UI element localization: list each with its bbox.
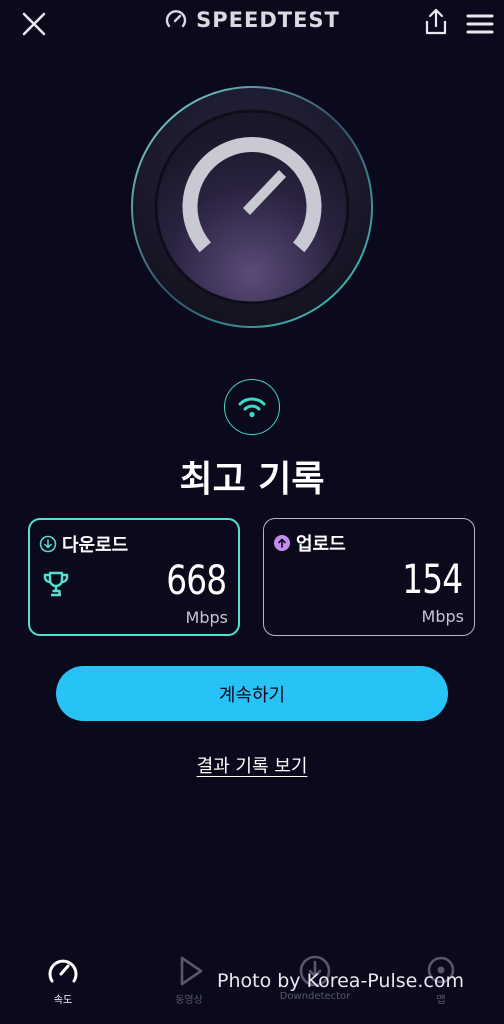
- nav-label-speed: 속도: [53, 995, 73, 1006]
- download-label: 다운로드: [62, 535, 129, 556]
- best-record-title: 최고 기록: [179, 459, 325, 500]
- continue-button-label: 계속하기: [218, 684, 286, 706]
- top-bar: SPEEDTEST: [0, 0, 504, 46]
- share-icon: [425, 8, 447, 35]
- hamburger-menu-icon: [466, 14, 494, 34]
- speedtest-app: SPEEDTEST 최고 기록 다운로드 668 Mbps 업로드 154 Mb…: [0, 0, 504, 1024]
- photo-credit-watermark: Photo by Korea-Pulse.com: [217, 970, 464, 992]
- nav-label-map: 맵: [436, 995, 446, 1006]
- upload-arrow-icon: [274, 535, 290, 551]
- upload-result-card: 업로드 154 Mbps: [263, 518, 475, 636]
- wifi-badge: [224, 379, 280, 435]
- gauge-icon: [165, 10, 187, 28]
- speed-gauge-icon: [48, 959, 78, 983]
- menu-button[interactable]: [464, 8, 496, 40]
- continue-button[interactable]: 계속하기: [56, 666, 448, 721]
- upload-label-row: 업로드: [273, 530, 346, 556]
- upload-speed-value: 154: [401, 557, 463, 603]
- view-results-history-link[interactable]: 결과 기록 보기: [197, 756, 308, 777]
- trophy-icon: [43, 571, 69, 597]
- download-speed-value: 668: [165, 558, 227, 604]
- brand-name: SPEEDTEST: [196, 8, 340, 32]
- wifi-icon: [238, 397, 266, 418]
- download-arrow-icon: [39, 535, 57, 553]
- nav-label-downdetector: Downdetector: [279, 991, 351, 1002]
- upload-label: 업로드: [296, 534, 346, 555]
- nav-tab-speed[interactable]: 속도: [8, 955, 118, 1006]
- view-history-link-wrap: 결과 기록 보기: [0, 752, 504, 778]
- download-label-row: 다운로드: [39, 531, 128, 557]
- play-icon: [180, 956, 203, 986]
- speed-gauge-graphic: [131, 86, 373, 328]
- nav-label-video: 동영상: [175, 995, 203, 1006]
- speed-gauge: [129, 84, 375, 330]
- upload-speed-unit: Mbps: [421, 607, 464, 626]
- share-button[interactable]: [420, 6, 452, 38]
- download-result-card: 다운로드 668 Mbps: [28, 518, 240, 636]
- download-speed-unit: Mbps: [185, 608, 228, 627]
